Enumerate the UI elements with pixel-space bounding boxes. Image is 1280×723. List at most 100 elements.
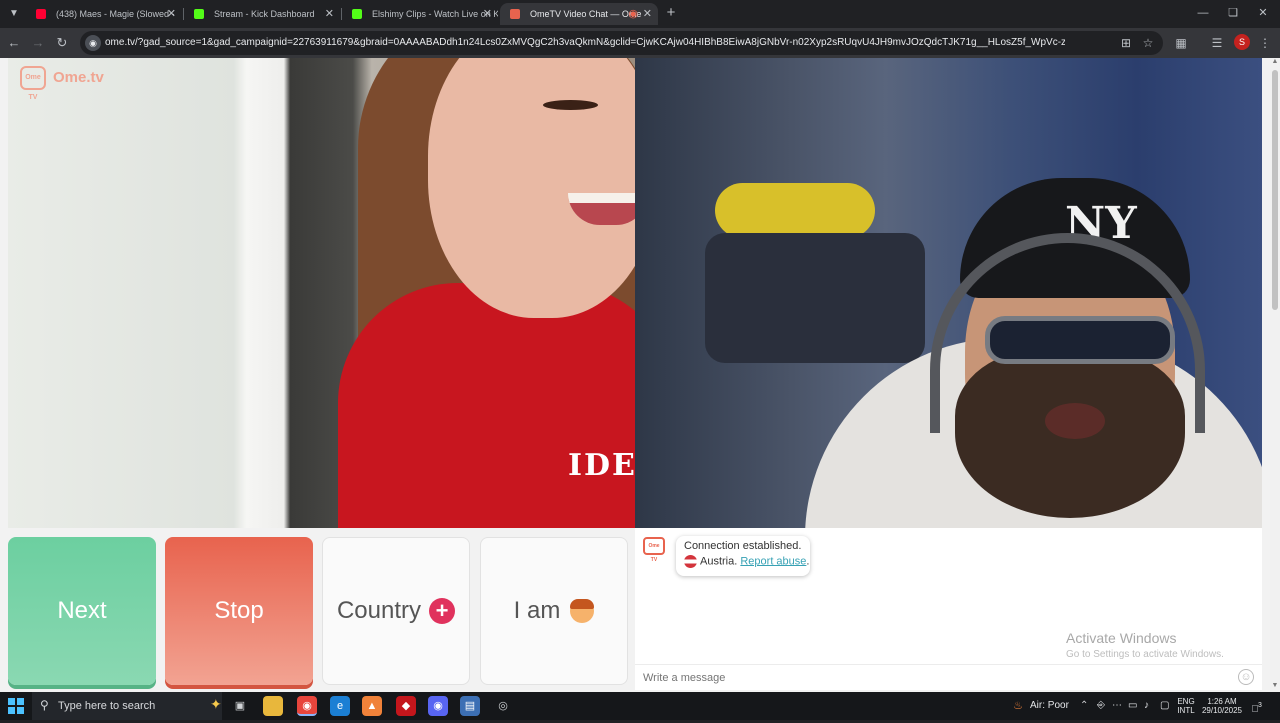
shirt-lettering: IDE [568,448,635,483]
profile-avatar[interactable]: S [1234,34,1250,50]
tab-kick-clips[interactable]: Elshimy Clips - Watch Live on K ✕ [342,3,498,25]
plus-circle-icon: + [429,598,456,625]
clock[interactable]: 1:26 AM 29/10/2025 [1199,697,1245,715]
chat-ometv-icon: Ome TV [643,537,665,563]
install-app-icon[interactable]: ⊞ [1118,35,1134,51]
iam-label: I am [513,597,561,625]
minimize-icon[interactable]: — [1188,3,1218,23]
close-window-icon[interactable]: ✕ [1248,3,1278,23]
video-background-object [705,233,925,363]
clock-time: 1:26 AM [1207,697,1237,706]
notification-count: 3 [1258,702,1262,709]
kick-icon [194,9,204,19]
language-code: ENG [1177,697,1195,706]
ometv-icon [510,9,520,19]
tab-youtube[interactable]: (438) Maes - Magie (Slowed - ✕ [26,3,182,25]
microphone-icon[interactable]: ⎆ [1097,692,1105,720]
ometv-page: IDE Ome TV Ome.tv NY Next Stop Country + … [0,58,1270,692]
partner-video: IDE [8,58,635,528]
tab-strip: ▼ (438) Maes - Magie (Slowed - ✕ Stream … [0,0,1280,28]
tab-title: (438) Maes - Magie (Slowed - [56,9,175,19]
media-control-icon[interactable]: ☰ [1208,34,1226,52]
search-placeholder: Type here to search [58,700,156,712]
video-background-object [715,183,875,238]
extensions-icon[interactable]: ▦ [1172,34,1190,52]
country-filter-button[interactable]: Country + [322,537,470,685]
reload-icon[interactable]: ↻ [53,34,71,52]
kick-icon [352,9,362,19]
task-view-icon[interactable]: ▣ [230,696,250,716]
edge-icon[interactable]: e [330,696,350,716]
battery-icon[interactable]: ▭ [1128,692,1137,720]
app-icon[interactable]: ◎ [493,696,513,716]
back-icon[interactable]: ← [5,34,23,52]
windows-taskbar: ⚲ Type here to search ✦ ▣ ◉ e ▲ ◆ ◉ ▤ ◎ … [0,692,1280,720]
notifications-icon[interactable]: □3 [1252,692,1262,720]
browser-toolbar: ← → ↻ ◉ ome.tv/?gad_source=1&gad_campaig… [0,28,1280,58]
message-input[interactable] [635,664,1262,690]
next-label: Next [57,597,107,625]
address-bar[interactable]: ◉ ome.tv/?gad_source=1&gad_campaignid=22… [80,31,1163,55]
language-layout: INTL [1177,706,1195,715]
activate-windows-subtitle: Go to Settings to activate Windows. [1066,649,1224,660]
sparkle-icon: ✦ [210,696,222,712]
search-icon: ⚲ [40,698,49,712]
emoji-smiley-icon[interactable]: ☺ [1238,669,1254,685]
video-figure-shirt [338,283,635,528]
restore-icon[interactable]: ❏ [1218,3,1248,23]
language-indicator[interactable]: ENG INTL [1176,697,1196,715]
system-message-bubble: Connection established. Austria. Report … [676,536,810,576]
new-tab-button[interactable]: + [662,4,680,22]
video-figure-eye [543,100,598,110]
close-tab-icon[interactable]: ✕ [325,3,334,25]
windows-start-icon[interactable] [8,698,24,714]
stop-button[interactable]: Stop [165,537,313,685]
app-icon[interactable]: ◆ [396,696,416,716]
menu-kebab-icon[interactable]: ⋮ [1256,34,1274,52]
partner-country: Austria. [700,555,738,568]
scroll-thumb[interactable] [1272,70,1278,310]
connection-message: Connection established. [684,540,802,552]
tab-title: Stream - Kick Dashboard [214,9,315,19]
close-tab-icon[interactable]: ✕ [643,3,652,25]
file-explorer-icon[interactable] [263,696,283,716]
tab-title: Elshimy Clips - Watch Live on K [372,9,498,19]
weather-icon[interactable]: ♨ [1008,696,1028,716]
discord-icon[interactable]: ◉ [428,696,448,716]
network-icon[interactable]: ⋯ [1112,692,1122,720]
app-icon[interactable]: ▲ [362,696,382,716]
air-quality[interactable]: Air: Poor [1030,692,1069,720]
brand-name: Ome.tv [53,69,104,86]
tab-search-icon[interactable]: ▼ [4,4,24,24]
page-scrollbar[interactable]: ▲ ▼ [1270,58,1280,692]
app-icon[interactable]: ▤ [460,696,480,716]
close-tab-icon[interactable]: ✕ [483,3,492,25]
bookmark-star-icon[interactable]: ☆ [1140,35,1156,51]
gender-select-button[interactable]: I am [480,537,628,685]
show-hidden-icons-icon[interactable]: ⌃ [1080,692,1088,720]
recording-icon: ◉ [628,8,638,20]
stop-label: Stop [214,597,264,625]
self-video: NY [635,58,1262,528]
chrome-icon[interactable]: ◉ [297,696,317,716]
scroll-up-arrow-icon[interactable]: ▲ [1271,58,1279,68]
clock-date: 29/10/2025 [1201,706,1243,715]
forward-icon[interactable]: → [29,34,47,52]
tab-ometv[interactable]: OmeTV Video Chat — Ome ◉ ✕ [500,3,658,25]
chat-panel: Ome TV Connection established. Austria. … [635,528,1262,690]
scroll-down-arrow-icon[interactable]: ▼ [1271,682,1279,692]
close-tab-icon[interactable]: ✕ [167,3,176,25]
tab-kick-dashboard[interactable]: Stream - Kick Dashboard ✕ [184,3,340,25]
youtube-icon [36,9,46,19]
report-suffix: . [806,555,810,568]
boy-emoji-icon [570,599,595,624]
site-info-icon[interactable]: ◉ [85,35,101,51]
taskbar-search[interactable]: ⚲ Type here to search ✦ [32,692,222,720]
url-text[interactable]: ome.tv/?gad_source=1&gad_campaignid=2276… [105,31,1065,55]
activate-windows-watermark: Activate Windows [1066,630,1177,646]
volume-icon[interactable]: ♪ [1144,692,1149,720]
tab-title: OmeTV Video Chat — Ome [530,9,642,19]
display-icon[interactable]: ▢ [1160,692,1169,720]
next-button[interactable]: Next [8,537,156,685]
report-abuse-link[interactable]: Report abuse [740,555,806,567]
